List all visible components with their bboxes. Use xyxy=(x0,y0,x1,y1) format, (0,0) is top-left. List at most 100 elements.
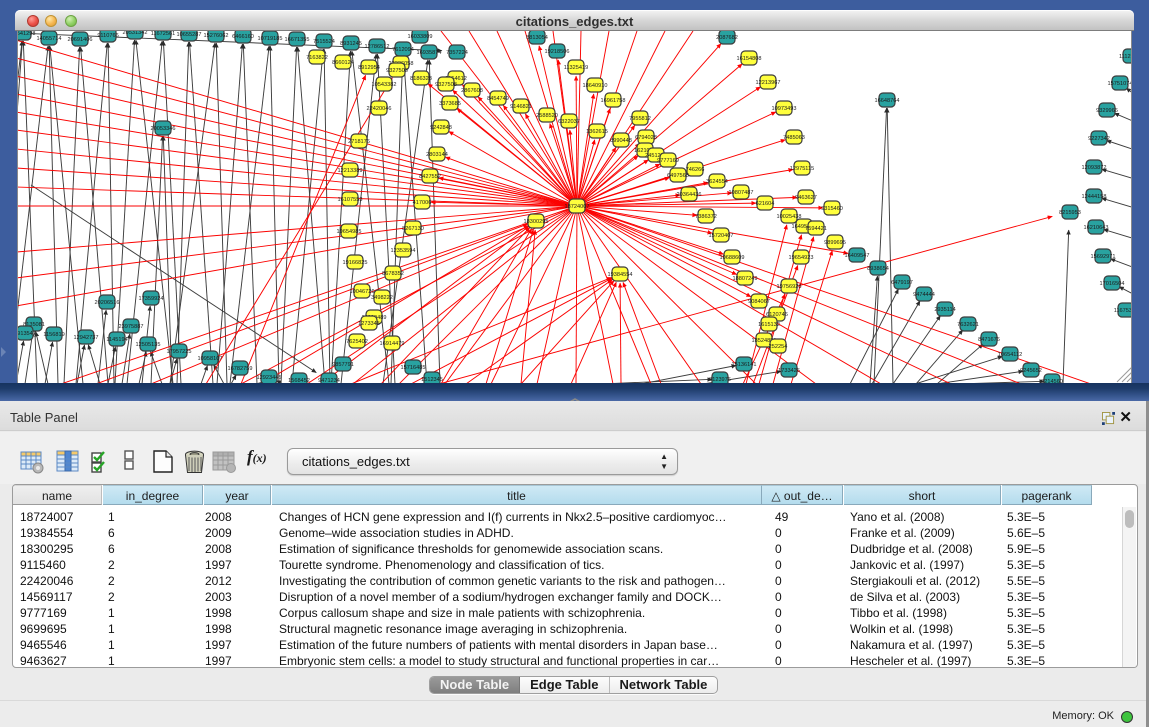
svg-text:20053346: 20053346 xyxy=(151,126,176,132)
svg-text:9245652: 9245652 xyxy=(1020,368,1042,374)
svg-text:19654985: 19654985 xyxy=(337,229,362,235)
svg-text:15276062: 15276062 xyxy=(204,33,229,39)
svg-text:2718176: 2718176 xyxy=(348,139,370,145)
svg-text:15720407: 15720407 xyxy=(709,233,734,239)
svg-text:2935114: 2935114 xyxy=(934,307,955,313)
svg-text:12505135: 12505135 xyxy=(136,342,161,348)
svg-text:3624554: 3624554 xyxy=(706,179,728,185)
svg-text:12786512: 12786512 xyxy=(365,44,390,50)
svg-text:16671355: 16671355 xyxy=(285,37,310,43)
svg-text:8214560: 8214560 xyxy=(1041,379,1063,383)
svg-text:15751074: 15751074 xyxy=(1108,81,1132,87)
svg-text:15136141: 15136141 xyxy=(732,362,757,368)
svg-text:19654923: 19654923 xyxy=(789,255,814,261)
svg-text:10719185: 10719185 xyxy=(258,36,283,42)
svg-text:11127345: 11127345 xyxy=(1119,54,1132,60)
svg-text:8813054: 8813054 xyxy=(526,35,548,41)
svg-text:9242848: 9242848 xyxy=(430,125,452,131)
svg-text:16648764: 16648764 xyxy=(875,98,900,104)
svg-text:17359924: 17359924 xyxy=(139,296,164,302)
svg-text:9471234: 9471234 xyxy=(318,378,340,383)
svg-text:6497568: 6497568 xyxy=(667,173,689,179)
svg-text:8267130: 8267130 xyxy=(402,226,424,232)
svg-text:15692971: 15692971 xyxy=(1091,254,1116,260)
svg-text:9227342: 9227342 xyxy=(1088,136,1110,142)
svg-text:10958107: 10958107 xyxy=(198,356,223,362)
svg-text:1156819: 1156819 xyxy=(43,332,64,338)
svg-text:9777169: 9777169 xyxy=(657,158,679,164)
svg-text:16210643: 16210643 xyxy=(1084,225,1109,231)
svg-text:11672561: 11672561 xyxy=(151,31,175,37)
svg-text:7163822: 7163822 xyxy=(306,55,328,61)
svg-text:9146821: 9146821 xyxy=(510,104,532,110)
svg-text:252254: 252254 xyxy=(769,344,788,350)
svg-text:7632621: 7632621 xyxy=(957,322,979,328)
svg-text:1273345: 1273345 xyxy=(358,321,380,327)
svg-text:20364436: 20364436 xyxy=(677,192,702,198)
svg-text:8123976: 8123976 xyxy=(709,377,731,383)
svg-text:16961758: 16961758 xyxy=(601,98,626,104)
svg-text:7515524: 7515524 xyxy=(313,39,335,45)
svg-text:6479197: 6479197 xyxy=(891,280,913,286)
svg-text:9110766: 9110766 xyxy=(97,33,118,39)
svg-text:16782759: 16782759 xyxy=(228,366,253,372)
svg-text:12213389: 12213389 xyxy=(338,168,363,174)
svg-text:16033809: 16033809 xyxy=(408,34,433,40)
svg-text:12942737: 12942737 xyxy=(74,335,99,341)
svg-text:10655287: 10655287 xyxy=(177,32,202,38)
svg-text:9084067: 9084067 xyxy=(748,299,770,305)
svg-text:2803144: 2803144 xyxy=(426,152,448,158)
svg-text:7612094: 7612094 xyxy=(392,47,414,53)
svg-text:9327503: 9327503 xyxy=(386,68,408,74)
svg-text:8931245: 8931245 xyxy=(340,41,362,47)
svg-text:12444158: 12444158 xyxy=(1082,194,1107,200)
svg-text:3498222: 3498222 xyxy=(371,295,393,301)
svg-text:10688609: 10688609 xyxy=(720,255,745,261)
svg-text:621604: 621604 xyxy=(756,201,775,207)
svg-text:20691406: 20691406 xyxy=(68,37,93,43)
svg-text:1145194: 1145194 xyxy=(106,337,127,343)
svg-text:1512345: 1512345 xyxy=(421,377,443,383)
svg-text:9857791: 9857791 xyxy=(332,362,354,368)
svg-text:8660124: 8660124 xyxy=(332,60,354,66)
svg-text:1615132: 1615132 xyxy=(758,322,780,328)
svg-text:8990448: 8990448 xyxy=(610,138,632,144)
svg-text:16914479: 16914479 xyxy=(380,341,405,347)
svg-text:7485063: 7485063 xyxy=(783,135,805,141)
svg-text:2867608: 2867608 xyxy=(461,88,483,94)
svg-text:16107553: 16107553 xyxy=(338,197,363,203)
svg-text:8471676: 8471676 xyxy=(978,337,1000,343)
svg-text:18640910: 18640910 xyxy=(583,83,608,89)
svg-text:18300295: 18300295 xyxy=(524,219,549,225)
svg-text:10543382: 10543382 xyxy=(372,82,397,88)
svg-text:10973493: 10973493 xyxy=(772,106,797,112)
svg-text:17016504: 17016504 xyxy=(1100,281,1125,287)
svg-text:15716485: 15716485 xyxy=(401,365,426,371)
svg-text:20206516: 20206516 xyxy=(95,300,120,306)
svg-text:19384554: 19384554 xyxy=(608,272,633,278)
svg-text:3913547: 3913547 xyxy=(18,331,36,337)
svg-text:22420046: 22420046 xyxy=(367,106,392,112)
svg-text:9315460: 9315460 xyxy=(821,206,843,212)
svg-text:9327508: 9327508 xyxy=(435,82,457,88)
svg-text:16154808: 16154808 xyxy=(737,56,762,62)
svg-text:19756928: 19756928 xyxy=(777,284,802,290)
svg-text:7386372: 7386372 xyxy=(695,214,717,220)
svg-text:17957225: 17957225 xyxy=(167,349,192,355)
svg-text:12353594: 12353594 xyxy=(391,248,416,254)
svg-text:14055714: 14055714 xyxy=(37,36,62,42)
svg-text:23975887: 23975887 xyxy=(119,324,144,330)
svg-text:6466160: 6466160 xyxy=(232,34,254,40)
svg-text:19218506: 19218506 xyxy=(545,49,570,55)
svg-text:7357224: 7357224 xyxy=(446,50,468,56)
svg-text:11675312: 11675312 xyxy=(1114,308,1132,314)
svg-text:8427552: 8427552 xyxy=(419,174,441,180)
svg-text:6322037: 6322037 xyxy=(558,119,580,125)
svg-text:8186328: 8186328 xyxy=(410,76,432,82)
svg-text:8454749: 8454749 xyxy=(487,96,509,102)
svg-text:7955812: 7955812 xyxy=(629,116,651,122)
svg-text:19166825: 19166825 xyxy=(343,260,368,266)
svg-text:10654112: 10654112 xyxy=(998,352,1022,358)
svg-text:8912954: 8912954 xyxy=(358,65,380,71)
svg-text:12923445: 12923445 xyxy=(257,375,282,381)
